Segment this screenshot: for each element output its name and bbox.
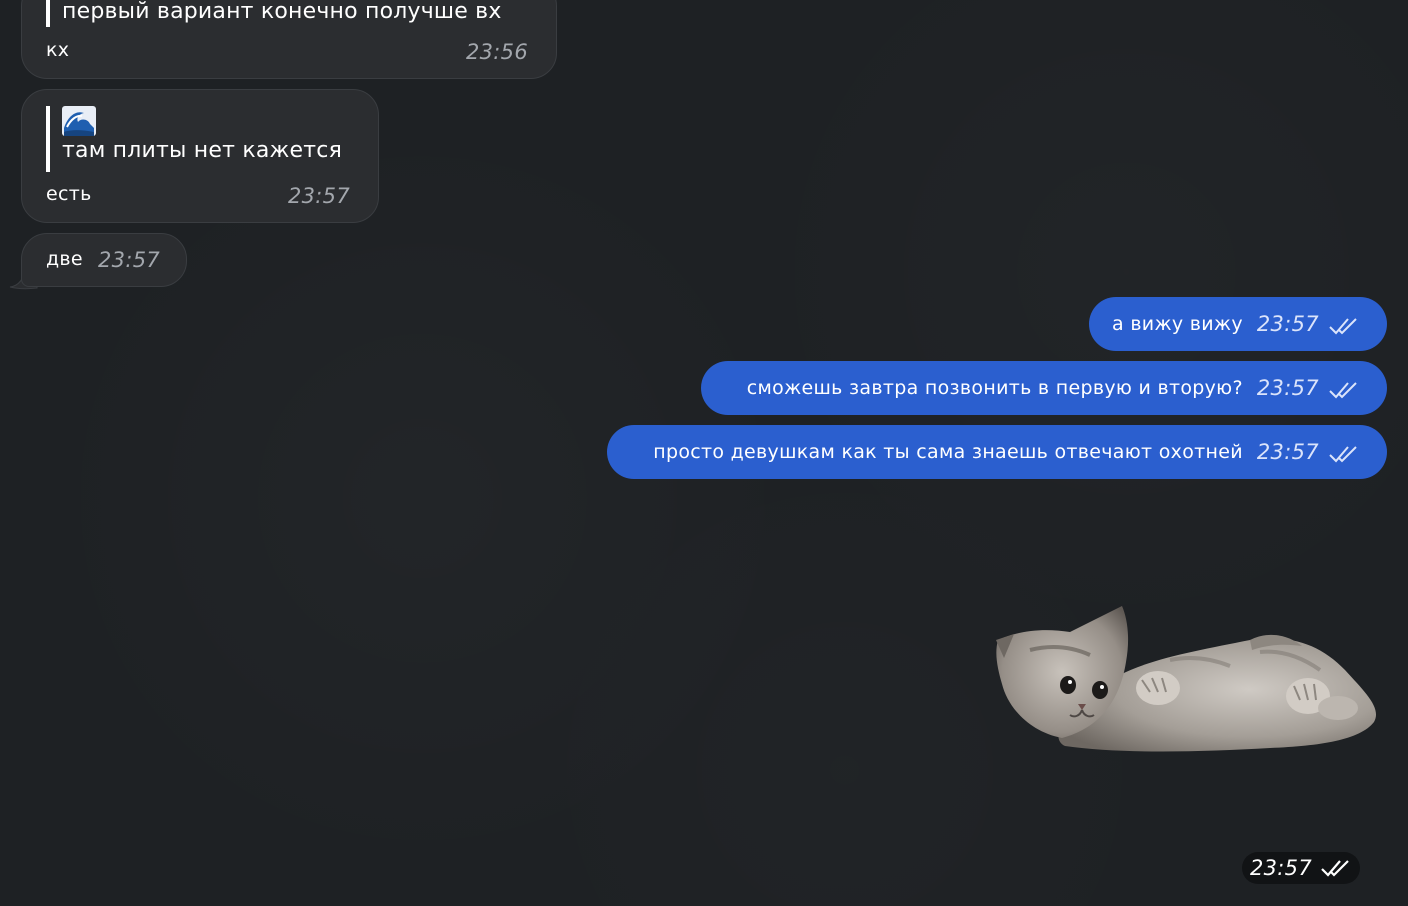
kitten-sticker-icon[interactable]	[990, 600, 1382, 758]
sticker-time: 23:57	[1249, 856, 1313, 880]
sticker-meta: 23:57	[1242, 852, 1360, 884]
message-meta: 23:57	[1257, 312, 1360, 337]
message-time: 23:57	[1256, 375, 1319, 400]
wave-emoji-icon	[62, 106, 96, 136]
message-text: а вижу вижу	[1112, 313, 1243, 335]
reply-quote-text: первый вариант конечно получше вх	[62, 0, 502, 24]
message-time: 23:57	[1256, 439, 1319, 464]
read-double-check-icon	[1329, 318, 1357, 335]
message-text: кх	[46, 39, 70, 61]
incoming-message-bubble[interactable]: две 23:57	[21, 233, 187, 287]
outgoing-message-bubble[interactable]: сможешь завтра позвонить в первую и втор…	[701, 361, 1387, 415]
reply-quote[interactable]: там плиты нет кажется	[46, 106, 342, 172]
message-text: есть	[46, 183, 92, 205]
message-time: 23:57	[1256, 311, 1319, 336]
message-text: две	[46, 248, 83, 270]
incoming-message-bubble[interactable]: там плиты нет кажется есть 23:57	[21, 89, 379, 223]
read-double-check-icon	[1329, 382, 1357, 399]
read-double-check-icon	[1329, 446, 1357, 463]
reply-quote[interactable]: первый вариант конечно получше вх	[46, 0, 502, 27]
outgoing-message-bubble[interactable]: просто девушкам как ты сама знаешь отвеч…	[607, 425, 1387, 479]
outgoing-message-bubble[interactable]: а вижу вижу 23:57	[1089, 297, 1387, 351]
message-time: 23:57	[98, 248, 161, 272]
reply-quote-text: там плиты нет кажется	[62, 138, 343, 163]
message-text: просто девушкам как ты сама знаешь отвеч…	[653, 441, 1243, 463]
message-text: сможешь завтра позвонить в первую и втор…	[746, 377, 1243, 399]
read-double-check-icon	[1321, 860, 1349, 877]
message-meta: 23:57	[1257, 376, 1360, 401]
incoming-message-bubble[interactable]: первый вариант конечно получше вх кх 23:…	[21, 0, 557, 79]
message-time: 23:56	[465, 40, 528, 64]
message-time: 23:57	[287, 184, 350, 208]
message-meta: 23:57	[1257, 440, 1360, 465]
